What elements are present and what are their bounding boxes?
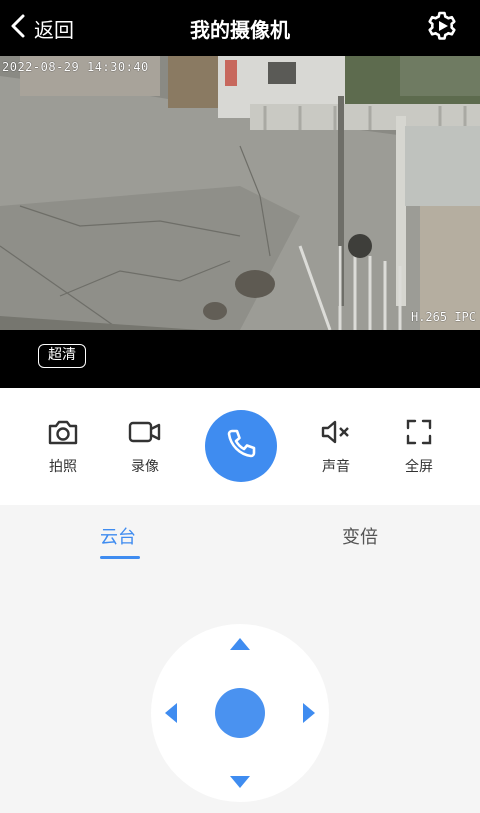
snapshot-label: 拍照	[49, 459, 77, 475]
record-label: 录像	[131, 459, 159, 475]
pan-down-arrow-icon[interactable]	[230, 776, 250, 788]
video-codec-label: H.265 IPC	[410, 310, 476, 324]
ptz-direction-pad	[151, 624, 329, 802]
tab-ptz[interactable]: 云台	[100, 523, 136, 549]
phone-icon	[223, 426, 259, 466]
fullscreen-label: 全屏	[405, 459, 433, 475]
snapshot-button[interactable]: 拍照	[33, 418, 93, 476]
pan-right-arrow-icon[interactable]	[303, 703, 315, 723]
ptz-center-button[interactable]	[215, 688, 265, 738]
video-camera-icon	[128, 418, 162, 450]
gear-icon	[426, 10, 458, 46]
ptz-panel: 云台 变倍	[0, 505, 480, 813]
sound-label: 声音	[322, 459, 350, 475]
talk-button[interactable]	[205, 410, 277, 482]
settings-button[interactable]	[424, 10, 460, 46]
quality-button[interactable]: 超清	[38, 344, 86, 368]
top-bar: 返回 我的摄像机	[0, 0, 480, 56]
record-button[interactable]: 录像	[115, 418, 175, 476]
camera-icon	[47, 418, 79, 450]
page-title: 我的摄像机	[190, 18, 290, 42]
control-bar: 拍照 录像 声音 全屏	[0, 388, 480, 505]
video-toolbar: 超清	[0, 330, 480, 388]
fullscreen-icon	[405, 418, 433, 450]
camera-scene-image	[0, 56, 480, 330]
tab-active-indicator	[100, 556, 140, 559]
pan-left-arrow-icon[interactable]	[165, 703, 177, 723]
live-video-feed[interactable]: 2022-08-29 14:30:40 H.265 IPC	[0, 56, 480, 330]
sound-button[interactable]: 声音	[306, 418, 366, 476]
fullscreen-button[interactable]: 全屏	[389, 418, 449, 476]
volume-mute-icon	[320, 418, 352, 450]
pan-up-arrow-icon[interactable]	[230, 638, 250, 650]
video-timestamp: 2022-08-29 14:30:40	[2, 60, 149, 74]
tab-zoom[interactable]: 变倍	[342, 523, 378, 549]
